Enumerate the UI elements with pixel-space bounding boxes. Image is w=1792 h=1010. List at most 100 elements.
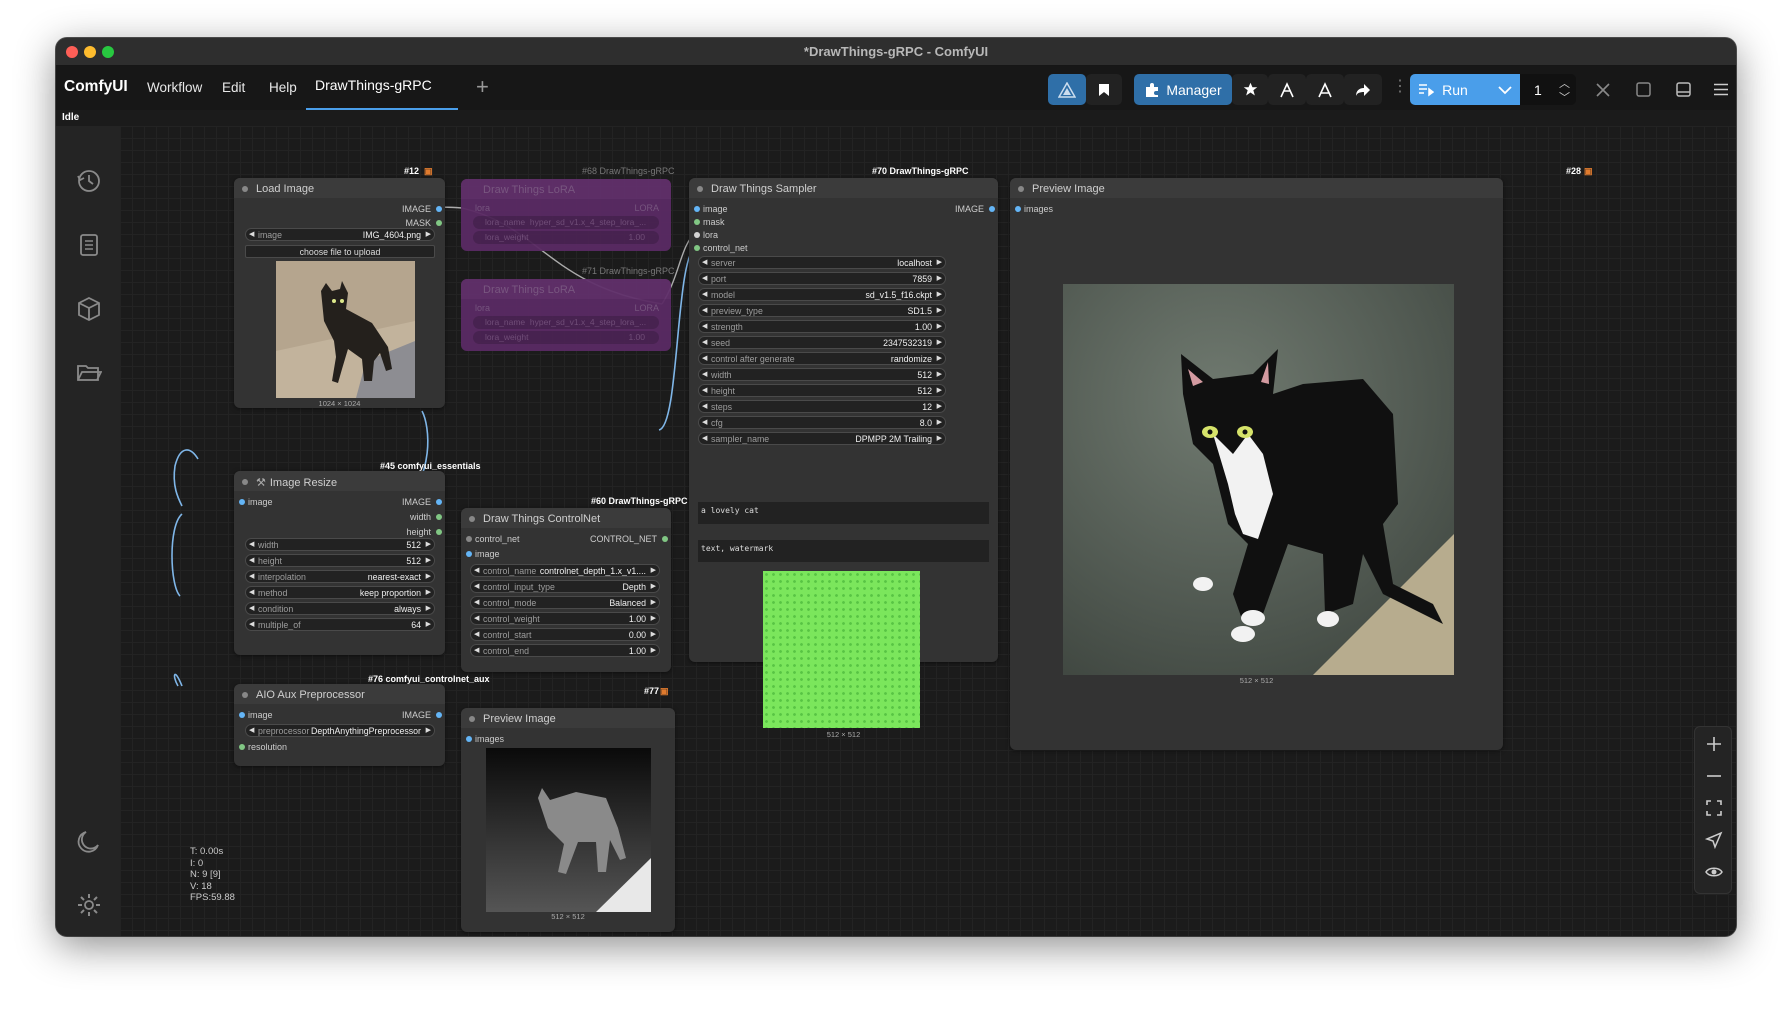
image-selector[interactable]: ◀ image IMG_4604.png ▶ bbox=[245, 228, 435, 241]
arrow-left-icon[interactable]: ◀ bbox=[474, 582, 479, 590]
chevron-down-icon[interactable] bbox=[1498, 85, 1512, 95]
widget-seed[interactable]: ◀ seed 2347532319 ▶ bbox=[698, 336, 946, 349]
output-mask-dot[interactable] bbox=[436, 220, 442, 226]
arrow-left-icon[interactable]: ◀ bbox=[702, 354, 707, 362]
widget-height[interactable]: ◀ height 512 ▶ bbox=[698, 384, 946, 397]
node-preview-main[interactable]: Preview Image images 512 × 512 bbox=[1010, 178, 1503, 750]
widget-control-weight[interactable]: ◀ control_weight 1.00 ▶ bbox=[470, 612, 660, 625]
widget-model[interactable]: ◀ model sd_v1.5_f16.ckpt ▶ bbox=[698, 288, 946, 301]
fit-view-icon[interactable] bbox=[1705, 799, 1723, 817]
batch-count-input[interactable]: 1 ︿ ﹀ bbox=[1520, 74, 1576, 105]
workflows-folder-icon[interactable] bbox=[76, 360, 103, 386]
widget-server[interactable]: ◀ server localhost ▶ bbox=[698, 256, 946, 269]
lora-name-widget[interactable]: lora_name hyper_sd_v1.x_4_step_lora_... bbox=[473, 316, 659, 329]
arrow-right-icon[interactable]: ▶ bbox=[937, 290, 942, 298]
arrow-right-icon[interactable]: ▶ bbox=[937, 306, 942, 314]
arrow-left-icon[interactable]: ◀ bbox=[474, 646, 479, 654]
arrow-right-icon[interactable]: ▶ bbox=[937, 370, 942, 378]
node-lora-2[interactable]: Draw Things LoRA lora LORA lora_name hyp… bbox=[461, 279, 671, 351]
widget-preview-type[interactable]: ◀ preview_type SD1.5 ▶ bbox=[698, 304, 946, 317]
output-image-dot[interactable] bbox=[436, 712, 442, 718]
arrow-right-icon[interactable]: ▶ bbox=[651, 614, 656, 622]
widget-sampler-name[interactable]: ◀ sampler_name DPMPP 2M Trailing ▶ bbox=[698, 432, 946, 445]
arrow-left-icon[interactable]: ◀ bbox=[702, 290, 707, 298]
arrow-right-icon[interactable]: ▶ bbox=[426, 726, 431, 734]
node-preview-depth[interactable]: Preview Image images 512 × 512 bbox=[461, 708, 675, 932]
bottom-panel-icon[interactable] bbox=[1668, 74, 1698, 105]
manager-button[interactable]: Manager bbox=[1134, 74, 1232, 105]
arrow-left-icon[interactable]: ◀ bbox=[702, 386, 707, 394]
node-title[interactable]: Draw Things Sampler bbox=[689, 178, 998, 198]
arrow-left-icon[interactable]: ◀ bbox=[249, 604, 254, 612]
arrow-left-icon[interactable]: ◀ bbox=[702, 434, 707, 442]
arrow-right-icon[interactable]: ▶ bbox=[426, 540, 431, 548]
comfyui-logo[interactable]: ComfyUI bbox=[64, 78, 128, 96]
decrement-icon[interactable]: ﹀ bbox=[1559, 89, 1570, 105]
widget-control-name[interactable]: ◀ control_name controlnet_depth_1.x_v1....… bbox=[470, 564, 660, 577]
arrow-left-icon[interactable]: ◀ bbox=[702, 322, 707, 330]
minimize-window-button[interactable] bbox=[84, 46, 96, 58]
input-control-net-dot[interactable] bbox=[694, 245, 700, 251]
lora-weight-widget[interactable]: lora_weight 1.00 bbox=[473, 331, 659, 344]
node-title[interactable]: Preview Image bbox=[1010, 178, 1503, 198]
share-icon[interactable] bbox=[1344, 74, 1382, 105]
arrow-left-icon[interactable]: ◀ bbox=[474, 614, 479, 622]
arrow-right-icon[interactable]: ▶ bbox=[651, 598, 656, 606]
node-title[interactable]: Draw Things ControlNet bbox=[461, 508, 671, 528]
arrow-left-icon[interactable]: ◀ bbox=[702, 258, 707, 266]
output-image-dot[interactable] bbox=[436, 206, 442, 212]
workflow-tab[interactable]: DrawThings-gRPC bbox=[306, 66, 458, 110]
widget-control-after-generate[interactable]: ◀ control after generate randomize ▶ bbox=[698, 352, 946, 365]
node-load-image[interactable]: Load Image IMAGE MASK ◀ image IMG_4604.png… bbox=[234, 178, 445, 408]
widget-control-end[interactable]: ◀ control_end 1.00 ▶ bbox=[470, 644, 660, 657]
negative-prompt-textarea[interactable]: text, watermark bbox=[698, 540, 989, 562]
node-title[interactable]: Load Image bbox=[234, 178, 445, 198]
node-sampler[interactable]: Draw Things Sampler image mask lora control… bbox=[689, 178, 998, 739]
input-image-dot[interactable] bbox=[239, 712, 245, 718]
arrow-left-icon[interactable]: ◀ bbox=[249, 588, 254, 596]
node-image-resize[interactable]: ⚒ Image Resize image IMAGE width height ◀… bbox=[234, 471, 445, 655]
arrow-left-icon[interactable]: ◀ bbox=[702, 338, 707, 346]
preprocessor-selector[interactable]: ◀ preprocessor DepthAnythingPreprocessor ▶ bbox=[245, 724, 435, 737]
node-title[interactable]: Draw Things LoRA bbox=[461, 279, 671, 299]
arrow-left-icon[interactable]: ◀ bbox=[702, 274, 707, 282]
output-image-dot[interactable] bbox=[989, 206, 995, 212]
arrow-left-icon[interactable]: ◀ bbox=[702, 370, 707, 378]
theme-moon-icon[interactable] bbox=[76, 828, 102, 854]
widget-steps[interactable]: ◀ steps 12 ▶ bbox=[698, 400, 946, 413]
arrow-left-icon[interactable]: ◀ bbox=[702, 418, 707, 426]
node-lora-1[interactable]: Draw Things LoRA lora LORA lora_name hyp… bbox=[461, 179, 671, 251]
menu-edit[interactable]: Edit bbox=[222, 80, 245, 95]
arrow-right-icon[interactable]: ▶ bbox=[651, 646, 656, 654]
node-title[interactable]: AIO Aux Preprocessor bbox=[234, 684, 445, 704]
arrow-right-icon[interactable]: ▶ bbox=[937, 386, 942, 394]
input-mask-dot[interactable] bbox=[694, 219, 700, 225]
arrow-left-icon[interactable]: ◀ bbox=[474, 598, 479, 606]
zoom-window-button[interactable] bbox=[102, 46, 114, 58]
queue-list-icon[interactable] bbox=[76, 232, 102, 258]
node-controlnet[interactable]: Draw Things ControlNet control_net image… bbox=[461, 508, 671, 672]
arrow-right-icon[interactable]: ▶ bbox=[426, 620, 431, 628]
zoom-out-icon[interactable] bbox=[1705, 767, 1723, 785]
comfy-registry-icon[interactable] bbox=[1048, 74, 1086, 105]
input-resolution-dot[interactable] bbox=[239, 744, 245, 750]
widget-interpolation[interactable]: ◀ interpolation nearest-exact ▶ bbox=[245, 570, 435, 583]
input-image-dot[interactable] bbox=[694, 206, 700, 212]
input-images-dot[interactable] bbox=[1015, 206, 1021, 212]
arrow-right-icon[interactable]: ▶ bbox=[426, 556, 431, 564]
menu-workflow[interactable]: Workflow bbox=[147, 80, 202, 95]
focus-mode-icon[interactable] bbox=[1628, 74, 1658, 105]
menu-help[interactable]: Help bbox=[269, 80, 297, 95]
settings-gear-icon[interactable] bbox=[76, 892, 102, 918]
arrow-left-icon[interactable]: ◀ bbox=[249, 726, 254, 734]
widget-port[interactable]: ◀ port 7859 ▶ bbox=[698, 272, 946, 285]
node-tools-icon[interactable] bbox=[1306, 74, 1344, 105]
bookmark-icon[interactable] bbox=[1086, 74, 1122, 105]
arrow-left-icon[interactable]: ◀ bbox=[702, 402, 707, 410]
widget-width[interactable]: ◀ width 512 ▶ bbox=[698, 368, 946, 381]
node-title[interactable]: Preview Image bbox=[461, 708, 675, 728]
arrow-right-icon[interactable]: ▶ bbox=[651, 582, 656, 590]
positive-prompt-textarea[interactable]: a lovely cat bbox=[698, 502, 989, 524]
arrow-right-icon[interactable]: ▶ bbox=[937, 402, 942, 410]
arrow-right-icon[interactable]: ▶ bbox=[937, 354, 942, 362]
